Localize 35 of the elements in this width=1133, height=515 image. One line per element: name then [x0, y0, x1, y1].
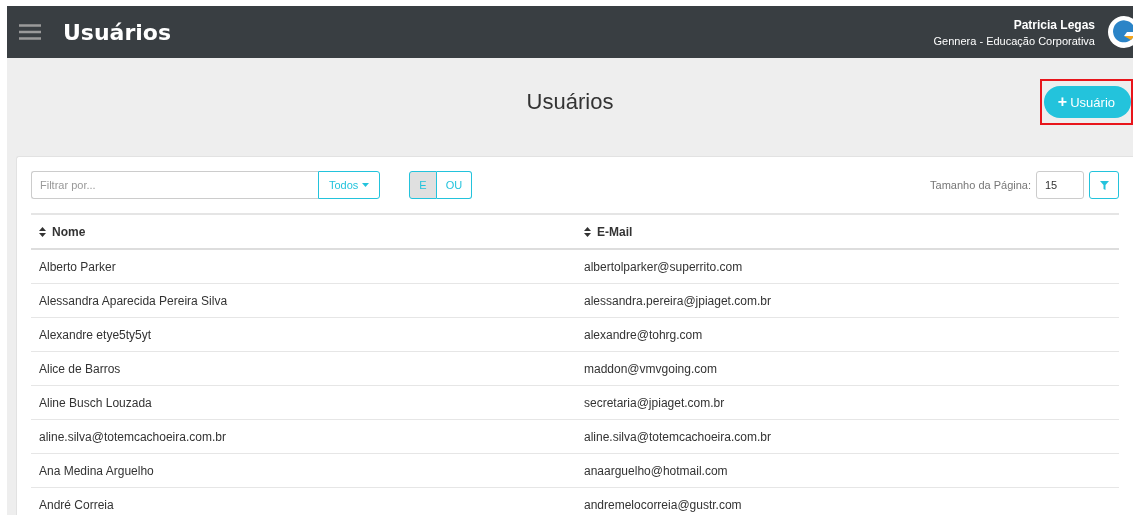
- table-cell-text: albertolparker@superrito.com: [583, 259, 744, 274]
- table-cell-text: Aline Busch Louzada: [38, 395, 153, 410]
- page-title: Usuários: [526, 89, 614, 115]
- logic-toggle[interactable]: OU: [436, 171, 473, 199]
- table-cell-text: aline.silva@totemcachoeira.com.br: [38, 429, 227, 444]
- table-cell-text: Ana Medina Arguelho: [38, 463, 155, 478]
- organization-name: Gennera - Educação Corporativa: [933, 34, 1095, 47]
- table-cell-text: andremelocorreia@gustr.com: [583, 497, 743, 512]
- sort-icon[interactable]: [584, 226, 591, 237]
- sort-icon[interactable]: [39, 226, 46, 237]
- page-size-label: Tamanho da Página:: [930, 179, 1031, 191]
- table-cell-text: Alice de Barros: [38, 361, 122, 376]
- table-cell-text: alessandra.pereira@jpiaget.com.br: [583, 293, 772, 308]
- menu-icon[interactable]: [19, 24, 41, 40]
- table-cell-text: Alberto Parker: [38, 259, 117, 274]
- table-cell-text: André Correia: [38, 497, 115, 512]
- column-header[interactable]: E-Mail: [597, 224, 633, 239]
- logic-toggle[interactable]: E: [409, 171, 437, 199]
- table-cell-text: maddon@vmvgoing.com: [583, 361, 718, 376]
- table-cell-text: Alexandre etye5ty5yt: [38, 327, 153, 342]
- logo-icon: [1107, 15, 1133, 49]
- table-cell-text: anaarguelho@hotmail.com: [583, 463, 729, 478]
- user-name: Patricia Legas: [1013, 17, 1095, 32]
- page-size-field[interactable]: 15: [1036, 171, 1084, 199]
- filter-field[interactable]: Filtrar por...: [31, 171, 318, 199]
- add-user-button[interactable]: + Usuário: [1043, 86, 1131, 118]
- table-cell-text: aline.silva@totemcachoeira.com.br: [583, 429, 772, 444]
- scope-dropdown[interactable]: Todos: [318, 171, 381, 199]
- table-cell-text: alexandre@tohrg.com: [583, 327, 704, 342]
- column-header[interactable]: Nome: [52, 224, 86, 239]
- filter-icon: [1099, 180, 1109, 190]
- caret-icon: [362, 183, 370, 187]
- app-title: Usuários: [63, 19, 173, 45]
- table-cell-text: secretaria@jpiaget.com.br: [583, 395, 726, 410]
- table-cell-text: Alessandra Aparecida Pereira Silva: [38, 293, 229, 308]
